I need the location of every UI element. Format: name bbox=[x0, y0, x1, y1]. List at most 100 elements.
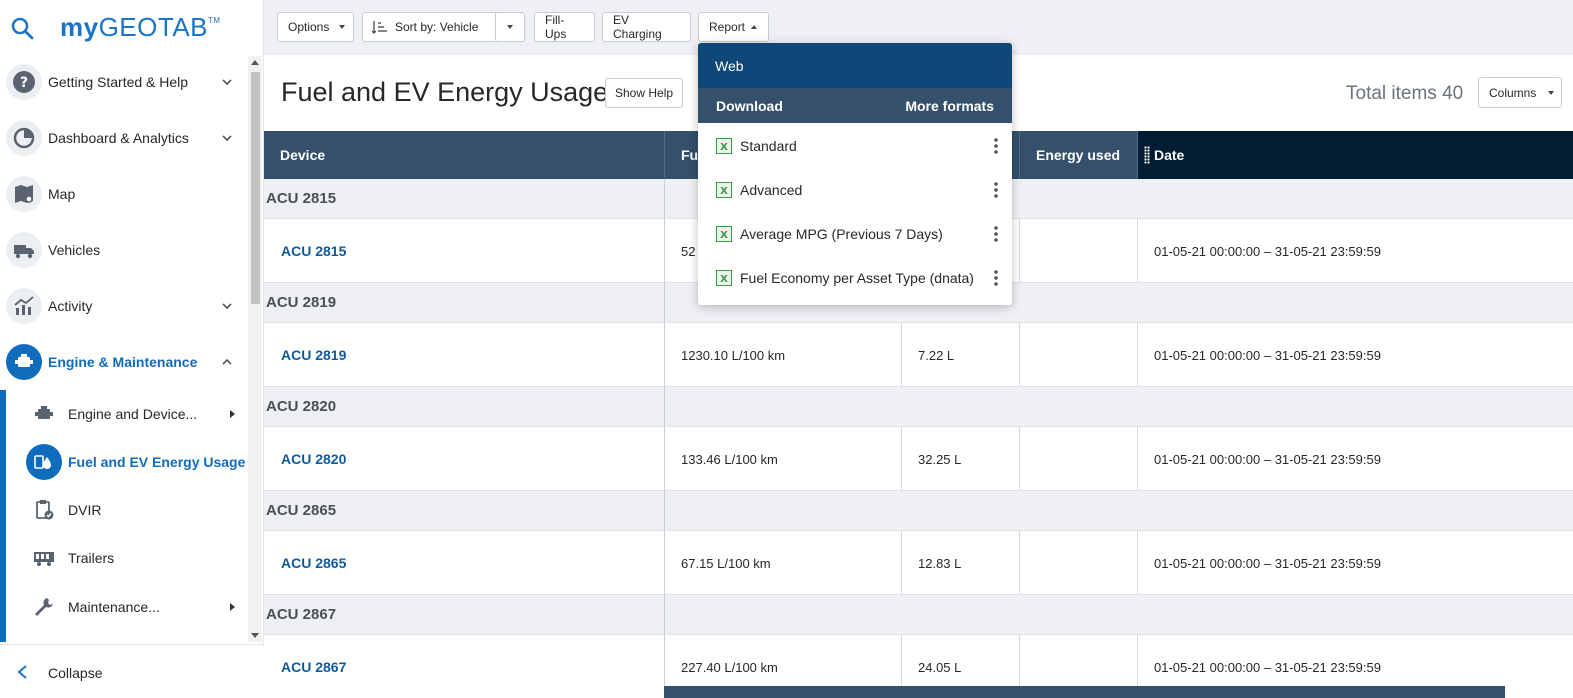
report-menu-item[interactable]: X Average MPG (Previous 7 Days) bbox=[698, 212, 1012, 256]
sidebar-item-map[interactable]: Map bbox=[0, 168, 247, 220]
table-row[interactable]: ACU 2819 1230.10 L/100 km 7.22 L 01-05-2… bbox=[264, 323, 1573, 387]
group-divider bbox=[664, 595, 665, 635]
sidebar-item-activity[interactable]: Activity bbox=[0, 280, 247, 332]
kebab-menu-icon[interactable] bbox=[994, 137, 998, 155]
group-divider bbox=[664, 491, 665, 531]
excel-icon: X bbox=[716, 270, 732, 286]
report-menu-item-label: Fuel Economy per Asset Type (dnata) bbox=[740, 270, 974, 286]
horizontal-scrollbar[interactable] bbox=[664, 686, 1505, 698]
group-row[interactable]: ACU 2865 bbox=[264, 491, 1573, 531]
device-cell[interactable]: ACU 2815 bbox=[264, 219, 665, 283]
kebab-menu-icon[interactable] bbox=[994, 181, 998, 199]
svg-text:X: X bbox=[720, 186, 728, 197]
report-menu-item[interactable]: X Fuel Economy per Asset Type (dnata) bbox=[698, 256, 1012, 300]
fill-ups-label: Fill-Ups bbox=[545, 13, 567, 41]
sidebar-scrollbar[interactable] bbox=[248, 56, 262, 642]
more-formats-link[interactable]: More formats bbox=[905, 98, 994, 114]
show-help-button[interactable]: Show Help bbox=[605, 78, 684, 108]
fuel-value: 1230.10 L/100 km bbox=[681, 347, 786, 363]
report-menu-item-label: Advanced bbox=[740, 182, 803, 198]
collapse-button[interactable]: Collapse bbox=[0, 644, 264, 698]
ev-charging-button[interactable]: EV Charging bbox=[602, 12, 691, 42]
table-row[interactable]: ACU 2820 133.46 L/100 km 32.25 L 01-05-2… bbox=[264, 427, 1573, 491]
kebab-menu-icon[interactable] bbox=[994, 225, 998, 243]
sidebar-subitem-engine-device[interactable]: Engine and Device... bbox=[6, 390, 247, 438]
sidebar-item-dashboard[interactable]: Dashboard & Analytics bbox=[0, 112, 247, 164]
sort-dropdown-button[interactable] bbox=[495, 12, 525, 42]
sidebar-subitem-maintenance[interactable]: Maintenance... bbox=[6, 583, 247, 631]
column-header-device[interactable]: Device bbox=[264, 131, 665, 179]
fuel-value: 52 bbox=[681, 243, 696, 259]
search-icon[interactable] bbox=[10, 16, 36, 42]
chevron-down-icon bbox=[222, 135, 232, 142]
submenu-arrow-icon bbox=[230, 603, 235, 611]
device-link[interactable]: ACU 2819 bbox=[281, 347, 346, 363]
report-menu-web[interactable]: Web bbox=[698, 43, 1012, 88]
columns-button[interactable]: Columns bbox=[1478, 77, 1562, 108]
options-button[interactable]: Options bbox=[277, 12, 354, 42]
fuel-value: 227.40 L/100 km bbox=[681, 659, 778, 675]
date-value: 01-05-21 00:00:00 – 31-05-21 23:59:59 bbox=[1154, 243, 1381, 259]
fuel-cell: 1230.10 L/100 km bbox=[665, 323, 902, 387]
sidebar-item-vehicles[interactable]: Vehicles bbox=[0, 224, 247, 276]
sidebar-subitem-fuel-ev[interactable]: Fuel and EV Energy Usage bbox=[6, 438, 247, 486]
sort-by-button[interactable]: Sort by: Vehicle bbox=[362, 12, 499, 42]
report-button[interactable]: Report bbox=[698, 12, 769, 42]
download-label: Download bbox=[716, 98, 783, 114]
geotab-logo[interactable]: myGEOTABTM bbox=[60, 12, 221, 43]
sidebar-header: myGEOTABTM bbox=[0, 0, 264, 56]
device-cell[interactable]: ACU 2865 bbox=[264, 531, 665, 595]
scroll-up-icon[interactable] bbox=[251, 60, 259, 65]
date-cell: 01-05-21 00:00:00 – 31-05-21 23:59:59 bbox=[1138, 219, 1573, 283]
activity-chart-icon bbox=[6, 288, 42, 324]
svg-text:X: X bbox=[720, 230, 728, 241]
caret-down-icon bbox=[1548, 90, 1555, 95]
scroll-down-icon[interactable] bbox=[251, 633, 259, 638]
device-link[interactable]: ACU 2815 bbox=[281, 243, 346, 259]
report-menu-item-label: Average MPG (Previous 7 Days) bbox=[740, 226, 943, 242]
engine-maintenance-submenu: Engine and Device... Fuel and EV Energy … bbox=[0, 390, 247, 642]
excel-icon: X bbox=[716, 182, 732, 198]
sidebar: myGEOTABTM ? Getting Started & Help Dash… bbox=[0, 0, 264, 698]
total-items: Total items 40 bbox=[1346, 83, 1464, 104]
device-cell[interactable]: ACU 2819 bbox=[264, 323, 665, 387]
column-header-date[interactable]: Date bbox=[1138, 131, 1573, 179]
date-value: 01-05-21 00:00:00 – 31-05-21 23:59:59 bbox=[1154, 347, 1381, 363]
chevron-down-icon bbox=[222, 79, 232, 86]
table-row[interactable]: ACU 2865 67.15 L/100 km 12.83 L 01-05-21… bbox=[264, 531, 1573, 595]
logo-tm: TM bbox=[208, 16, 221, 25]
sidebar-subitem-label: Engine and Device... bbox=[68, 406, 198, 422]
engine-icon bbox=[6, 344, 42, 380]
report-menu-item[interactable]: X Advanced bbox=[698, 168, 1012, 212]
scroll-thumb[interactable] bbox=[251, 72, 260, 304]
report-menu-item-label: Standard bbox=[740, 138, 797, 154]
collapse-label: Collapse bbox=[48, 665, 103, 681]
sidebar-subitem-trailers[interactable]: Trailers bbox=[6, 534, 247, 582]
clipboard-check-icon bbox=[36, 500, 54, 520]
group-row[interactable]: ACU 2820 bbox=[264, 387, 1573, 427]
device-link[interactable]: ACU 2867 bbox=[281, 659, 346, 675]
group-row[interactable]: ACU 2867 bbox=[264, 595, 1573, 635]
page-title: Fuel and EV Energy Usage bbox=[281, 77, 609, 107]
group-label: ACU 2867 bbox=[266, 606, 337, 623]
device-link[interactable]: ACU 2865 bbox=[281, 555, 346, 571]
column-header-energy[interactable]: Energy used bbox=[1020, 131, 1138, 179]
fuel-cell: 67.15 L/100 km bbox=[665, 531, 902, 595]
kebab-menu-icon[interactable] bbox=[994, 269, 998, 287]
sidebar-subitem-dvir[interactable]: DVIR bbox=[6, 486, 247, 534]
device-cell[interactable]: ACU 2867 bbox=[264, 635, 665, 698]
device-link[interactable]: ACU 2820 bbox=[281, 451, 346, 467]
device-cell[interactable]: ACU 2820 bbox=[264, 427, 665, 491]
report-label: Report bbox=[709, 20, 746, 34]
sidebar-item-getting-started[interactable]: ? Getting Started & Help bbox=[0, 56, 247, 108]
wrench-icon bbox=[35, 598, 53, 616]
sidebar-subitem-label: Maintenance... bbox=[68, 599, 160, 615]
chevron-left-icon bbox=[17, 665, 27, 679]
drag-handle-icon[interactable] bbox=[1144, 146, 1150, 164]
excel-icon: X bbox=[716, 226, 732, 242]
fill-ups-button[interactable]: Fill-Ups bbox=[534, 12, 595, 42]
sidebar-item-engine-maintenance[interactable]: Engine & Maintenance bbox=[0, 336, 247, 388]
sort-prefix: Sort by: bbox=[395, 20, 437, 34]
report-menu-item[interactable]: X Standard bbox=[698, 124, 1012, 168]
group-label: ACU 2819 bbox=[266, 294, 337, 311]
